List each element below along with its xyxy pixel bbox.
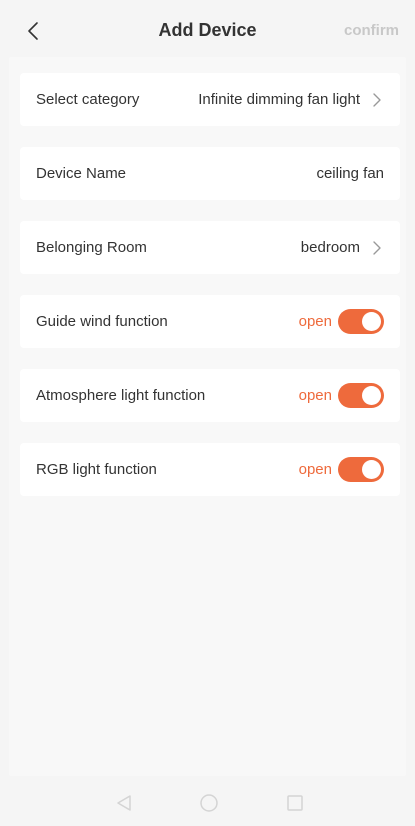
confirm-button[interactable]: confirm — [344, 22, 399, 39]
device-name-value: ceiling fan — [316, 165, 384, 182]
chevron-left-icon — [28, 22, 38, 40]
atmosphere-light-row: Atmosphere light function open — [20, 369, 400, 422]
nav-home-icon — [200, 794, 218, 812]
toggle-knob — [362, 386, 381, 405]
atmosphere-light-toggle[interactable] — [338, 383, 384, 408]
nav-back-button[interactable] — [112, 792, 136, 814]
toggle-knob — [362, 460, 381, 479]
room-value: bedroom — [300, 239, 360, 256]
nav-back-icon — [117, 795, 131, 811]
chevron-right-icon — [372, 92, 384, 108]
row-label: Belonging Room — [36, 239, 147, 256]
row-label: RGB light function — [36, 461, 157, 478]
status-text: open — [298, 313, 332, 330]
guide-wind-toggle[interactable] — [338, 309, 384, 334]
guide-wind-row: Guide wind function open — [20, 295, 400, 348]
back-button[interactable] — [18, 14, 48, 48]
device-name-row[interactable]: Device Name ceiling fan — [20, 147, 400, 200]
nav-recents-button[interactable] — [283, 792, 307, 814]
category-value: Infinite dimming fan light — [198, 91, 360, 108]
row-label: Device Name — [36, 165, 127, 182]
nav-recents-icon — [287, 795, 303, 811]
nav-home-button[interactable] — [197, 792, 221, 814]
toggle-knob — [362, 312, 381, 331]
select-category-row[interactable]: Select category Infinite dimming fan lig… — [20, 73, 400, 126]
status-text: open — [298, 387, 332, 404]
row-label: Atmosphere light function — [36, 387, 206, 404]
rgb-light-row: RGB light function open — [20, 443, 400, 496]
rgb-light-toggle[interactable] — [338, 457, 384, 482]
belonging-room-row[interactable]: Belonging Room bedroom — [20, 221, 400, 274]
status-text: open — [298, 461, 332, 478]
add-device-screen: Add Device confirm Select category Infin… — [0, 0, 415, 826]
row-label: Guide wind function — [36, 313, 168, 330]
header: Add Device confirm — [0, 0, 415, 60]
chevron-right-icon — [372, 240, 384, 256]
row-label: Select category — [36, 91, 140, 108]
system-nav-bar — [0, 778, 415, 826]
